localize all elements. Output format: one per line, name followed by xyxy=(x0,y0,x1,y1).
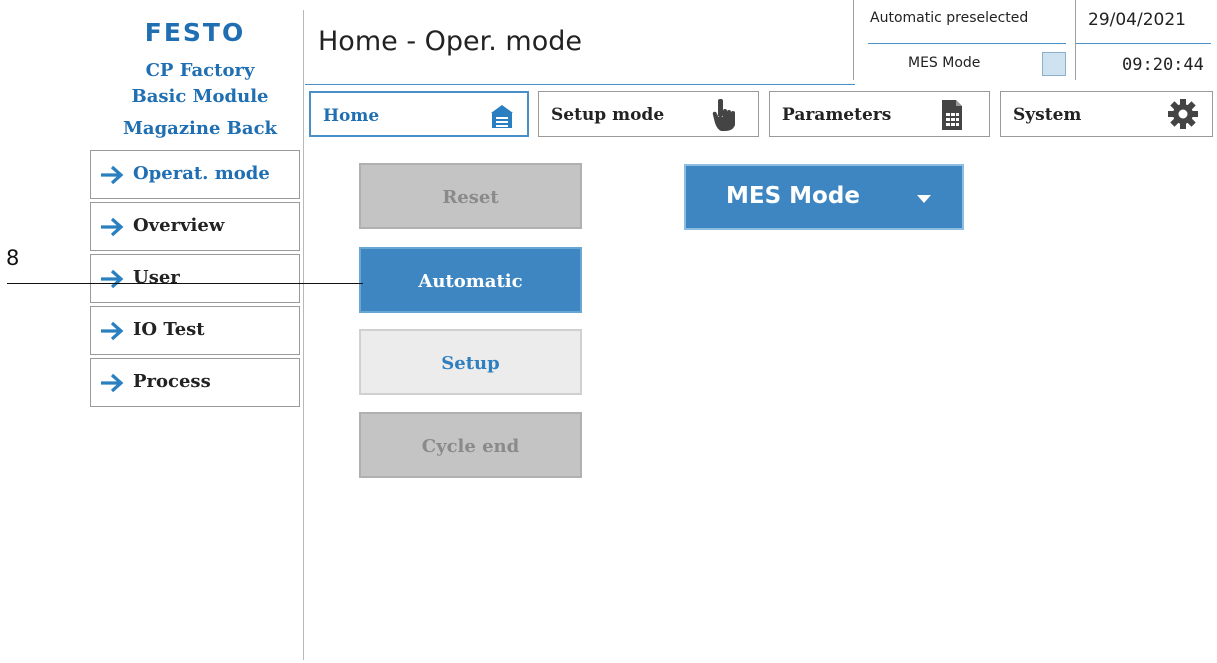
page-title: Home - Oper. mode xyxy=(318,26,583,57)
menu-item-operat-mode[interactable]: Operat. mode xyxy=(90,150,300,199)
nav-system-button[interactable]: System xyxy=(1000,91,1213,137)
gear-icon xyxy=(1167,98,1199,135)
setup-button[interactable]: Setup xyxy=(359,329,582,395)
hand-pointer-icon xyxy=(709,97,739,138)
reset-button[interactable]: Reset xyxy=(359,163,582,229)
nav-home-label: Home xyxy=(323,106,380,126)
automatic-button[interactable]: Automatic xyxy=(359,247,582,313)
nav-setup-mode-button[interactable]: Setup mode xyxy=(538,91,759,137)
brand-line-station: Magazine Back xyxy=(122,118,277,139)
arrow-right-icon xyxy=(99,164,125,191)
mes-mode-indicator xyxy=(1042,52,1066,76)
callout-line xyxy=(7,283,363,284)
date-divider xyxy=(1076,43,1211,44)
title-underline xyxy=(305,84,855,85)
menu-item-overview[interactable]: Overview xyxy=(90,202,300,251)
menu-item-io-test[interactable]: IO Test xyxy=(90,306,300,355)
mes-mode-status-label: MES Mode xyxy=(908,55,981,71)
menu-item-label: Process xyxy=(133,371,211,392)
menu-item-user[interactable]: User xyxy=(90,254,300,303)
menu-item-label: Overview xyxy=(133,215,225,236)
nav-parameters-label: Parameters xyxy=(782,105,892,125)
arrow-right-icon xyxy=(99,216,125,243)
nav-parameters-button[interactable]: Parameters xyxy=(769,91,990,137)
menu-item-label: IO Test xyxy=(133,319,205,340)
cycle-end-button[interactable]: Cycle end xyxy=(359,412,582,478)
nav-system-label: System xyxy=(1013,105,1082,125)
festo-logo: FESTO xyxy=(144,18,246,47)
date-display: 29/04/2021 xyxy=(1088,10,1186,30)
home-icon xyxy=(488,102,516,135)
brand-line-basic-module: Basic Module xyxy=(131,86,269,107)
status-divider xyxy=(868,43,1066,44)
vertical-separator xyxy=(303,10,304,660)
nav-setup-mode-label: Setup mode xyxy=(551,105,665,125)
document-calculator-icon xyxy=(940,99,964,136)
arrow-right-icon xyxy=(99,268,125,295)
nav-home-button[interactable]: Home xyxy=(309,91,529,137)
callout-number: 8 xyxy=(6,246,20,270)
arrow-right-icon xyxy=(99,372,125,399)
chevron-down-icon xyxy=(917,195,931,203)
mode-select-dropdown[interactable]: MES Mode xyxy=(684,164,964,230)
menu-item-label: User xyxy=(133,267,180,288)
menu-item-process[interactable]: Process xyxy=(90,358,300,407)
time-display: 09:20:44 xyxy=(1122,55,1204,75)
menu-item-label: Operat. mode xyxy=(133,163,270,184)
brand-line-cp-factory: CP Factory xyxy=(145,60,255,81)
automatic-preselected-text: Automatic preselected xyxy=(870,10,1029,26)
arrow-right-icon xyxy=(99,320,125,347)
mode-select-value: MES Mode xyxy=(726,183,860,209)
